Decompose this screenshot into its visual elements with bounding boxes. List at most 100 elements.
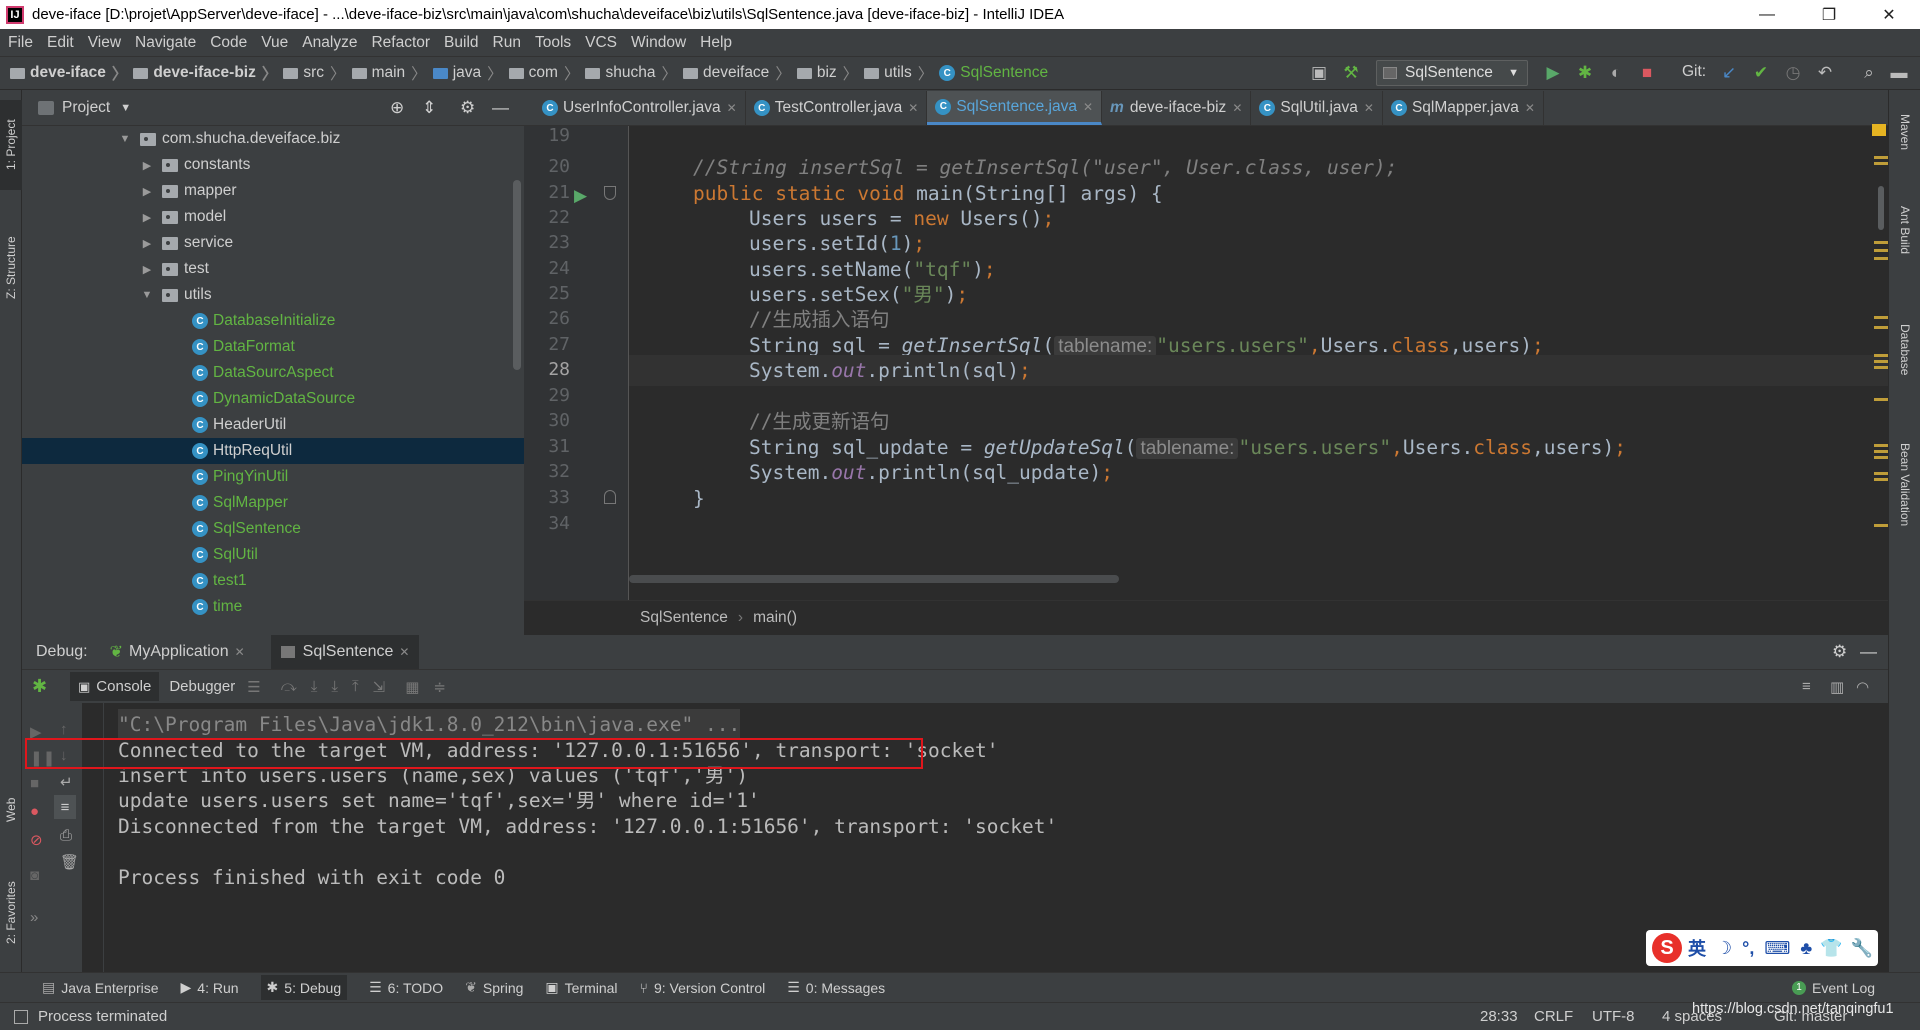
tree-item[interactable]: C DynamicDataSource (22, 386, 524, 412)
step-out-icon[interactable]: ⤒ (352, 678, 359, 695)
menu-help[interactable]: Help (700, 34, 732, 52)
tree-item[interactable]: ▶ service (22, 230, 524, 256)
git-commit-icon[interactable]: ✔ (1750, 62, 1772, 84)
step-into-icon[interactable]: ⤓ (311, 678, 318, 695)
maximize-button[interactable]: ❐ (1806, 0, 1852, 29)
collapsed-arrow-icon[interactable]: ▶ (140, 263, 154, 276)
search-icon[interactable]: ⌕ (1858, 62, 1880, 84)
close-tab-icon[interactable]: ✕ (908, 101, 918, 115)
tab-debug[interactable]: ✱ 5: Debug (260, 975, 348, 1000)
ime-toolbar[interactable]: S 英 ☽ °, ⌨ ♣ 👕 🔧 (1646, 930, 1878, 966)
run-configuration-select[interactable]: SqlSentence ▼ (1376, 60, 1528, 86)
editor-scroll-thumb[interactable] (1878, 186, 1884, 230)
evaluate-icon[interactable]: ▦ (405, 678, 419, 696)
restore-layout-icon[interactable]: ▥ (1830, 678, 1844, 696)
mute-breakpoints-icon[interactable]: ⊘ (30, 831, 43, 849)
more-icon[interactable]: » (30, 909, 38, 926)
editor-tab[interactable]: m deve-iface-biz ✕ (1102, 91, 1252, 125)
close-icon[interactable]: ✕ (399, 645, 409, 659)
tree-item[interactable]: C DataFormat (22, 334, 524, 360)
expanded-arrow-icon[interactable]: ▼ (118, 133, 132, 145)
tree-item[interactable]: C DatabaseInitialize (22, 308, 524, 334)
wrench-icon[interactable]: 🔧 (1851, 938, 1873, 959)
project-view-select[interactable]: Project (62, 99, 110, 117)
tab-version-control[interactable]: ⑂ 9: Version Control (640, 980, 766, 996)
tree-item[interactable]: ▼ com.shucha.deveiface.biz (22, 126, 524, 152)
tab-debugger[interactable]: Debugger (169, 678, 235, 695)
file-encoding[interactable]: UTF-8 (1592, 1008, 1635, 1025)
trace-icon[interactable]: ≑ (433, 678, 446, 696)
collapsed-arrow-icon[interactable]: ▶ (140, 185, 154, 198)
close-icon[interactable]: ✕ (235, 645, 245, 659)
breadcrumb-biz[interactable]: biz 〉 (796, 62, 858, 84)
editor-tab[interactable]: C SqlSentence.java ✕ (927, 91, 1103, 125)
tree-item[interactable]: C PingYinUtil (22, 464, 524, 490)
menu-build[interactable]: Build (444, 34, 478, 52)
hide-panel-icon[interactable]: — (492, 98, 509, 118)
tree-scrollbar[interactable] (513, 180, 521, 370)
chevron-down-icon[interactable]: ▼ (120, 102, 131, 114)
tab-java-enterprise[interactable]: ▤ Java Enterprise (42, 979, 159, 996)
force-step-into-icon[interactable]: ⤓ (331, 678, 338, 695)
step-over-icon[interactable]: ⤼ (281, 678, 297, 695)
menu-run[interactable]: Run (493, 34, 521, 52)
breadcrumb-class[interactable]: SqlSentence (640, 609, 728, 627)
warning-indicator[interactable] (1872, 124, 1886, 136)
stop-icon[interactable]: ■ (30, 775, 39, 792)
more-toolbar-icon[interactable]: ▬ (1888, 62, 1910, 84)
stop-icon[interactable]: ■ (1636, 62, 1658, 84)
breadcrumb-shucha[interactable]: shucha 〉 (585, 62, 677, 84)
tab-project[interactable]: 1: Project (0, 100, 22, 190)
breadcrumb-deve-iface[interactable]: deve-iface 〉 (10, 62, 127, 84)
soft-wrap-icon[interactable]: ↵ (60, 773, 73, 791)
scroll-to-end-icon[interactable]: ≡ (1802, 678, 1811, 695)
tab-bean-validation[interactable]: Bean Validation (1889, 420, 1920, 550)
breadcrumb-main[interactable]: main 〉 (351, 62, 427, 84)
menu-edit[interactable]: Edit (47, 34, 74, 52)
tree-item[interactable]: ▼ utils (22, 282, 524, 308)
close-tab-icon[interactable]: ✕ (1525, 101, 1535, 115)
shirt-icon[interactable]: 👕 (1820, 938, 1842, 959)
tree-item[interactable]: C DataSourcAspect (22, 360, 524, 386)
tree-item[interactable]: ▶ mapper (22, 178, 524, 204)
breadcrumb-method[interactable]: main() (753, 609, 797, 627)
menu-file[interactable]: File (8, 34, 33, 52)
collapsed-arrow-icon[interactable]: ▶ (140, 159, 154, 172)
tab-favorites[interactable]: 2: Favorites (0, 865, 22, 960)
tree-item[interactable]: Ctime (22, 594, 524, 620)
locate-target-icon[interactable]: ⊕ (390, 98, 404, 118)
debug-bug-icon[interactable]: ✱ (1574, 62, 1596, 84)
menu-vcs[interactable]: VCS (585, 34, 617, 52)
tree-item[interactable]: C SqlUtil (22, 542, 524, 568)
history-icon[interactable]: ◷ (1782, 62, 1804, 84)
collapsed-arrow-icon[interactable]: ▶ (140, 237, 154, 250)
tab-database[interactable]: Database (1889, 310, 1920, 390)
horizontal-scrollbar[interactable] (629, 575, 1119, 583)
tab-todo[interactable]: ☰ 6: TODO (369, 979, 443, 996)
event-log-button[interactable]: 1 Event Log (1792, 980, 1875, 996)
punctuation-icon[interactable]: °, (1742, 938, 1754, 959)
caret-position[interactable]: 28:33 (1480, 1008, 1518, 1025)
session-tab-sqlsentence[interactable]: SqlSentence ✕ (270, 635, 420, 669)
collapse-all-icon[interactable]: ⇕ (422, 98, 436, 118)
session-tab-myapplication[interactable]: MyApplication (129, 643, 229, 661)
tree-item[interactable]: C SqlSentence (22, 516, 524, 542)
run-to-cursor-icon[interactable]: ⇲ (373, 678, 386, 696)
editor-tab[interactable]: C SqlUtil.java ✕ (1251, 91, 1383, 125)
tab-run[interactable]: ▶ 4: Run (181, 979, 239, 996)
menu-window[interactable]: Window (631, 34, 686, 52)
tab-maven[interactable]: Maven (1889, 102, 1920, 162)
menu-navigate[interactable]: Navigate (135, 34, 196, 52)
layout-icon[interactable]: ☰ (247, 678, 260, 696)
tree-item[interactable]: Ctest1 (22, 568, 524, 594)
collapsed-arrow-icon[interactable]: ▶ (140, 211, 154, 224)
menu-refactor[interactable]: Refactor (371, 34, 430, 52)
menu-vue[interactable]: Vue (261, 34, 288, 52)
run-gutter-icon[interactable]: ▶ (574, 186, 587, 206)
view-breakpoints-icon[interactable]: ● (30, 803, 39, 820)
build-hammer-icon[interactable]: ⚒ (1340, 62, 1362, 84)
fold-icon[interactable] (604, 490, 616, 504)
editor-tab[interactable]: C UserInfoController.java ✕ (534, 91, 746, 125)
tab-messages[interactable]: ☰ 0: Messages (787, 979, 885, 996)
tree-item[interactable]: C HeaderUtil (22, 412, 524, 438)
